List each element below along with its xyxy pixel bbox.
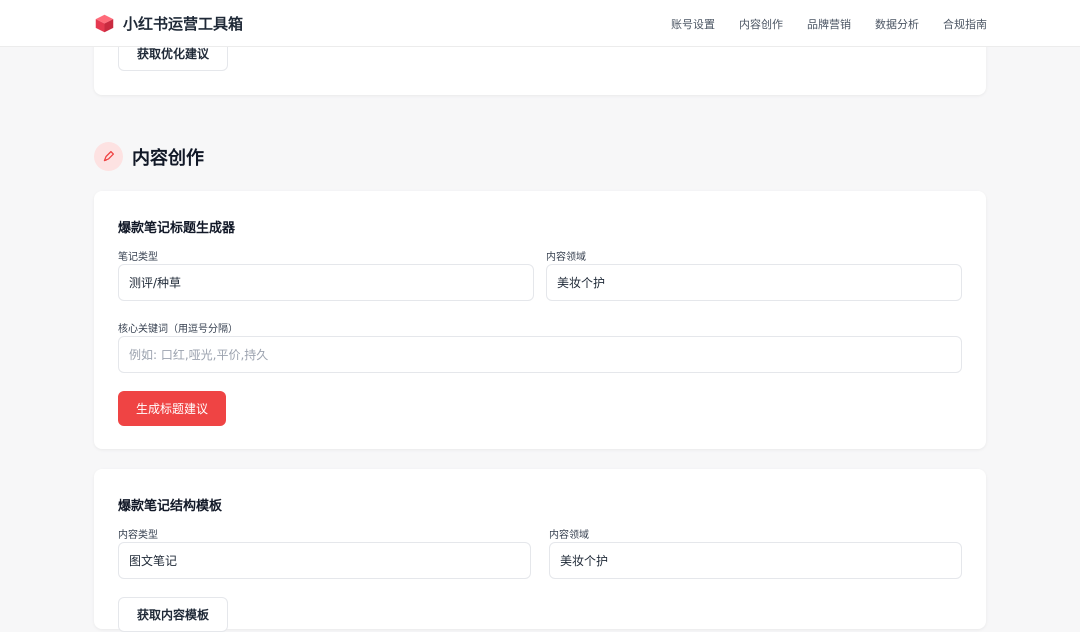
nav-content-creation[interactable]: 内容创作	[739, 16, 783, 32]
brand[interactable]: 小红书运营工具箱	[94, 13, 243, 34]
nav-brand-marketing[interactable]: 品牌营销	[807, 16, 851, 32]
nav-compliance-guide[interactable]: 合规指南	[943, 16, 987, 32]
title-generator-heading: 爆款笔记标题生成器	[118, 221, 236, 236]
app-title: 小红书运营工具箱	[123, 15, 244, 33]
template-domain-select[interactable]: 美妆个护	[549, 542, 962, 579]
structure-template-card: 爆款笔记结构模板 内容类型 图文笔记 内容领域 美妆个护 获取内容模板	[94, 469, 986, 632]
content-creation-header: 内容创作	[94, 142, 204, 171]
section-title: 内容创作	[132, 147, 204, 169]
note-type-select[interactable]: 测评/种草	[118, 264, 534, 301]
generate-titles-button[interactable]: 生成标题建议	[118, 391, 227, 426]
keywords-label: 核心关键词（用逗号分隔）	[118, 324, 238, 335]
nav-account-settings[interactable]: 账号设置	[671, 16, 715, 32]
content-type-select[interactable]: 图文笔记	[118, 542, 531, 579]
structure-template-heading: 爆款笔记结构模板	[118, 499, 223, 514]
top-navbar: 小红书运营工具箱 账号设置 内容创作 品牌营销 数据分析 合规指南	[0, 0, 1080, 47]
nav-data-analysis[interactable]: 数据分析	[875, 16, 919, 32]
nav-menu: 账号设置 内容创作 品牌营销 数据分析 合规指南	[671, 16, 987, 32]
content-domain-label: 内容领域	[546, 252, 586, 263]
title-generator-card: 爆款笔记标题生成器 笔记类型 测评/种草 内容领域 美妆个护 核心关键词（用逗号…	[94, 191, 986, 449]
pen-icon	[94, 142, 123, 171]
cube-logo-icon	[95, 14, 114, 33]
content-domain-select[interactable]: 美妆个护	[546, 264, 962, 301]
note-type-label: 笔记类型	[118, 252, 158, 263]
keywords-input[interactable]: 例如: 口红,哑光,平价,持久	[118, 336, 962, 373]
get-template-button[interactable]: 获取内容模板	[118, 597, 229, 632]
template-domain-label: 内容领域	[549, 530, 589, 541]
content-type-label: 内容类型	[118, 530, 158, 541]
